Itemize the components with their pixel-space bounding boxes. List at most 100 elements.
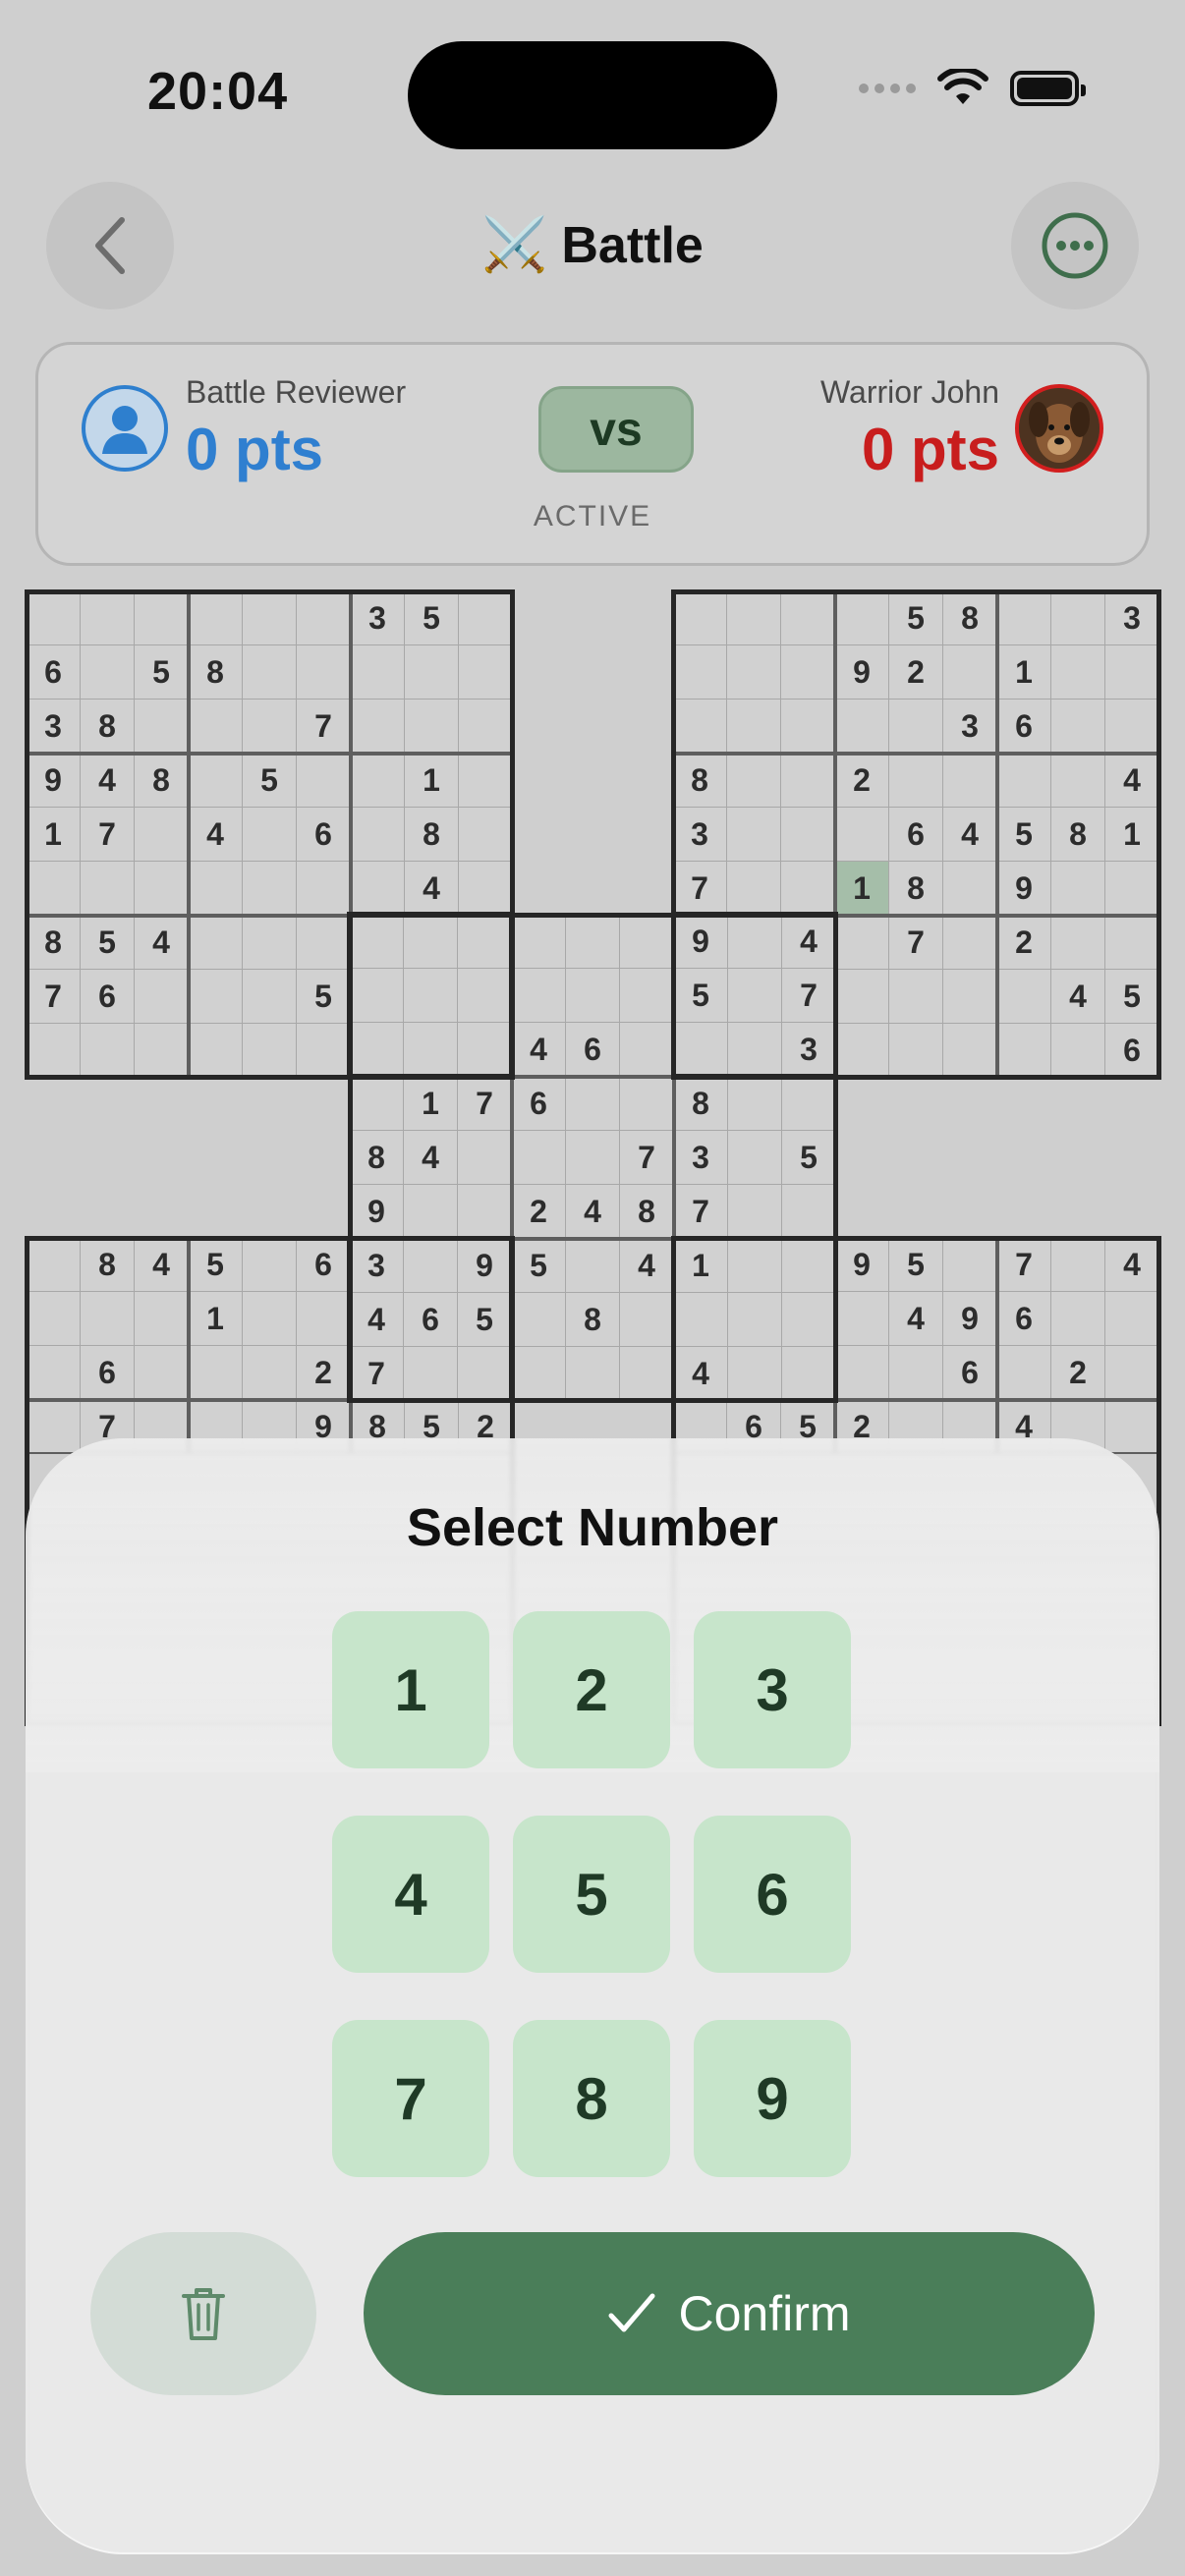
sudoku-cell[interactable]: 5 — [81, 916, 135, 970]
sudoku-cell[interactable]: 3 — [27, 700, 81, 754]
sudoku-cell[interactable] — [728, 969, 782, 1023]
sudoku-cell[interactable] — [781, 754, 835, 808]
sudoku-cell[interactable]: 1 — [674, 1239, 728, 1293]
sudoku-cell[interactable] — [835, 1024, 889, 1078]
sudoku-cell[interactable] — [243, 645, 297, 700]
sudoku-cell[interactable] — [1051, 916, 1105, 970]
sudoku-cell[interactable]: 7 — [997, 1238, 1051, 1292]
sudoku-cell[interactable] — [459, 645, 513, 700]
sudoku-cell[interactable]: 6 — [997, 700, 1051, 754]
sudoku-cell[interactable] — [135, 591, 189, 645]
sudoku-cell[interactable] — [350, 1023, 404, 1077]
sudoku-cell[interactable] — [189, 1024, 243, 1078]
sudoku-cell[interactable] — [782, 1077, 836, 1131]
sudoku-cell[interactable] — [728, 1023, 782, 1077]
sudoku-cell[interactable] — [27, 591, 81, 645]
sudoku-cell[interactable] — [350, 1077, 404, 1131]
sudoku-cell[interactable]: 9 — [835, 1238, 889, 1292]
sudoku-cell[interactable] — [512, 969, 566, 1023]
sudoku-cell[interactable]: 1 — [404, 1077, 458, 1131]
sudoku-cell[interactable]: 6 — [512, 1077, 566, 1131]
sudoku-cell[interactable] — [1051, 700, 1105, 754]
sudoku-cell-selected[interactable]: 1 — [835, 862, 889, 916]
sudoku-cell[interactable] — [997, 970, 1051, 1024]
sudoku-cell[interactable] — [566, 915, 620, 969]
sudoku-cell[interactable] — [459, 591, 513, 645]
sudoku-cell[interactable] — [889, 1024, 943, 1078]
sudoku-cell[interactable] — [782, 1293, 836, 1347]
sudoku-cell[interactable] — [512, 1131, 566, 1185]
sudoku-cell[interactable] — [620, 1293, 674, 1347]
sudoku-cell[interactable] — [189, 1346, 243, 1400]
sudoku-cell[interactable] — [835, 591, 889, 645]
sudoku-cell[interactable] — [243, 1238, 297, 1292]
sudoku-cell[interactable]: 2 — [297, 1346, 351, 1400]
sudoku-cell[interactable] — [673, 591, 727, 645]
sudoku-cell[interactable]: 5 — [405, 591, 459, 645]
sudoku-cell[interactable] — [81, 1292, 135, 1346]
sudoku-cell[interactable] — [943, 754, 997, 808]
sudoku-cell[interactable]: 6 — [297, 808, 351, 862]
sudoku-cell[interactable]: 6 — [81, 970, 135, 1024]
sudoku-cell[interactable] — [351, 808, 405, 862]
sudoku-cell[interactable] — [727, 862, 781, 916]
sudoku-cell[interactable]: 2 — [512, 1185, 566, 1239]
sudoku-cell[interactable]: 4 — [620, 1239, 674, 1293]
sudoku-cell[interactable]: 8 — [674, 1077, 728, 1131]
sudoku-cell[interactable] — [297, 1292, 351, 1346]
sudoku-cell[interactable]: 3 — [943, 700, 997, 754]
sudoku-cell[interactable]: 8 — [27, 916, 81, 970]
sudoku-cell[interactable] — [620, 1023, 674, 1077]
sudoku-cell[interactable] — [728, 1347, 782, 1401]
sudoku-cell[interactable]: 5 — [997, 808, 1051, 862]
delete-button[interactable] — [90, 2232, 316, 2395]
sudoku-cell[interactable] — [620, 1347, 674, 1401]
sudoku-cell[interactable]: 7 — [889, 916, 943, 970]
sudoku-cell[interactable]: 8 — [405, 808, 459, 862]
sudoku-cell[interactable]: 8 — [189, 645, 243, 700]
sudoku-cell[interactable] — [404, 1347, 458, 1401]
sudoku-cell[interactable]: 4 — [512, 1023, 566, 1077]
sudoku-cell[interactable]: 3 — [351, 591, 405, 645]
sudoku-cell[interactable] — [458, 1185, 512, 1239]
sudoku-cell[interactable] — [997, 1024, 1051, 1078]
sudoku-cell[interactable]: 2 — [1051, 1346, 1105, 1400]
sudoku-cell[interactable]: 9 — [997, 862, 1051, 916]
sudoku-cell[interactable] — [1105, 645, 1159, 700]
sudoku-cell[interactable] — [459, 808, 513, 862]
sudoku-cell[interactable]: 7 — [297, 700, 351, 754]
sudoku-cell[interactable] — [350, 915, 404, 969]
sudoku-cell[interactable]: 3 — [782, 1023, 836, 1077]
sudoku-cell[interactable]: 6 — [404, 1293, 458, 1347]
sudoku-cell[interactable] — [997, 591, 1051, 645]
sudoku-cell[interactable] — [297, 754, 351, 808]
sudoku-cell[interactable]: 4 — [350, 1293, 404, 1347]
sudoku-cell[interactable]: 5 — [1105, 970, 1159, 1024]
sudoku-cell[interactable]: 4 — [1105, 1238, 1159, 1292]
sudoku-cell[interactable] — [243, 591, 297, 645]
sudoku-cell[interactable] — [889, 700, 943, 754]
sudoku-cell[interactable]: 9 — [350, 1185, 404, 1239]
sudoku-cell[interactable] — [351, 645, 405, 700]
sudoku-cell[interactable] — [835, 700, 889, 754]
sudoku-cell[interactable] — [674, 1023, 728, 1077]
sudoku-cell[interactable] — [997, 1346, 1051, 1400]
sudoku-cell[interactable] — [1051, 754, 1105, 808]
sudoku-cell[interactable] — [351, 862, 405, 916]
sudoku-cell[interactable] — [620, 1077, 674, 1131]
number-key-9[interactable]: 9 — [694, 2020, 851, 2177]
sudoku-cell[interactable]: 5 — [782, 1131, 836, 1185]
sudoku-cell[interactable] — [458, 915, 512, 969]
sudoku-cell[interactable] — [889, 1346, 943, 1400]
sudoku-cell[interactable] — [889, 754, 943, 808]
sudoku-cell[interactable] — [1105, 862, 1159, 916]
sudoku-cell[interactable]: 6 — [889, 808, 943, 862]
sudoku-cell[interactable] — [728, 1239, 782, 1293]
sudoku-cell[interactable] — [27, 1238, 81, 1292]
sudoku-cell[interactable]: 1 — [997, 645, 1051, 700]
sudoku-cell[interactable] — [943, 1024, 997, 1078]
sudoku-cell[interactable] — [835, 970, 889, 1024]
sudoku-cell[interactable]: 7 — [674, 1185, 728, 1239]
sudoku-cell[interactable] — [782, 1185, 836, 1239]
sudoku-cell[interactable]: 4 — [566, 1185, 620, 1239]
